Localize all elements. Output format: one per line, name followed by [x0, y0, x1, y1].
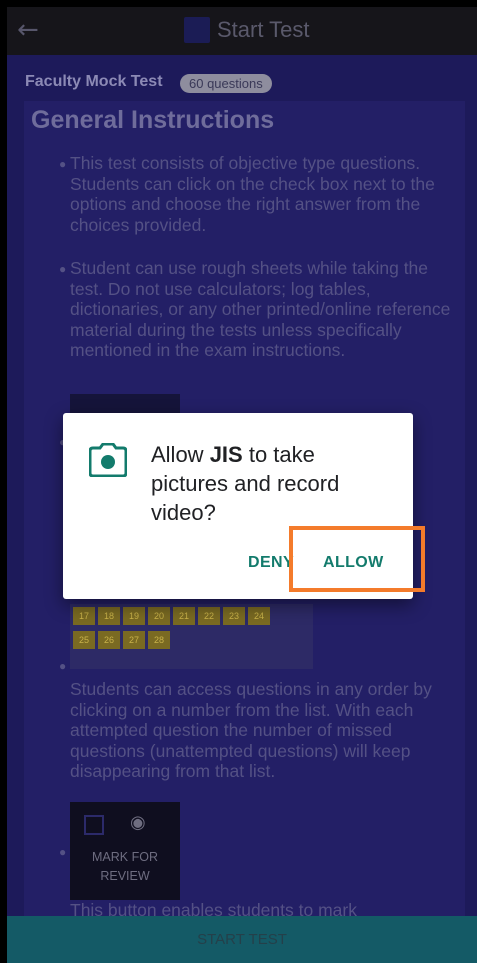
allow-highlight-box: [289, 526, 425, 592]
test-name: Faculty Mock Test: [25, 73, 163, 90]
bullet-icon: ●: [59, 659, 67, 673]
bullet-icon: ●: [59, 845, 67, 859]
grid-cell: 23: [223, 607, 245, 625]
grid-cell: 27: [123, 631, 145, 649]
grid-cell: 24: [248, 607, 270, 625]
bullet-icon: ●: [59, 157, 67, 171]
grid-cell: 19: [123, 607, 145, 625]
eye-icon: ◉: [130, 812, 146, 833]
message-prefix: Allow: [151, 442, 210, 467]
app-name: JIS: [209, 442, 243, 467]
grid-cell: 17: [73, 607, 95, 625]
page-title: Start Test: [217, 17, 310, 42]
grid-cell: 18: [98, 607, 120, 625]
grid-cell: 25: [73, 631, 95, 649]
app-bar: ← Start Test: [7, 7, 477, 55]
permission-message: Allow JIS to take pictures and record vi…: [151, 440, 391, 527]
mark-for-review-illustration: ◉ MARK FOR REVIEW: [70, 802, 180, 900]
instruction-item-1: This test consists of objective type que…: [70, 153, 435, 235]
mark-review-label-2: REVIEW: [100, 869, 150, 883]
back-arrow-icon[interactable]: ←: [17, 13, 39, 47]
instructions-heading: General Instructions: [31, 106, 275, 134]
grid-cell: 28: [148, 631, 170, 649]
start-test-button[interactable]: START TEST: [7, 916, 477, 963]
instruction-item-3: Students can access questions in any ord…: [70, 679, 432, 781]
grid-cell: 21: [173, 607, 195, 625]
grid-cell: 22: [198, 607, 220, 625]
instruction-item-2: Student can use rough sheets while takin…: [70, 258, 451, 360]
mark-review-label-1: MARK FOR: [92, 850, 158, 864]
question-grid-illustration: 17 18 19 20 21 22 23 24 25 26 27 28: [70, 604, 313, 669]
grid-cell: 20: [148, 607, 170, 625]
bullet-icon: ●: [59, 262, 67, 276]
checkbox-icon: [84, 815, 104, 835]
deny-button[interactable]: DENY: [248, 554, 294, 572]
camera-icon: [89, 443, 127, 477]
question-count-badge: 60 questions: [180, 74, 272, 93]
grid-cell: 26: [98, 631, 120, 649]
app-logo: [184, 17, 210, 43]
